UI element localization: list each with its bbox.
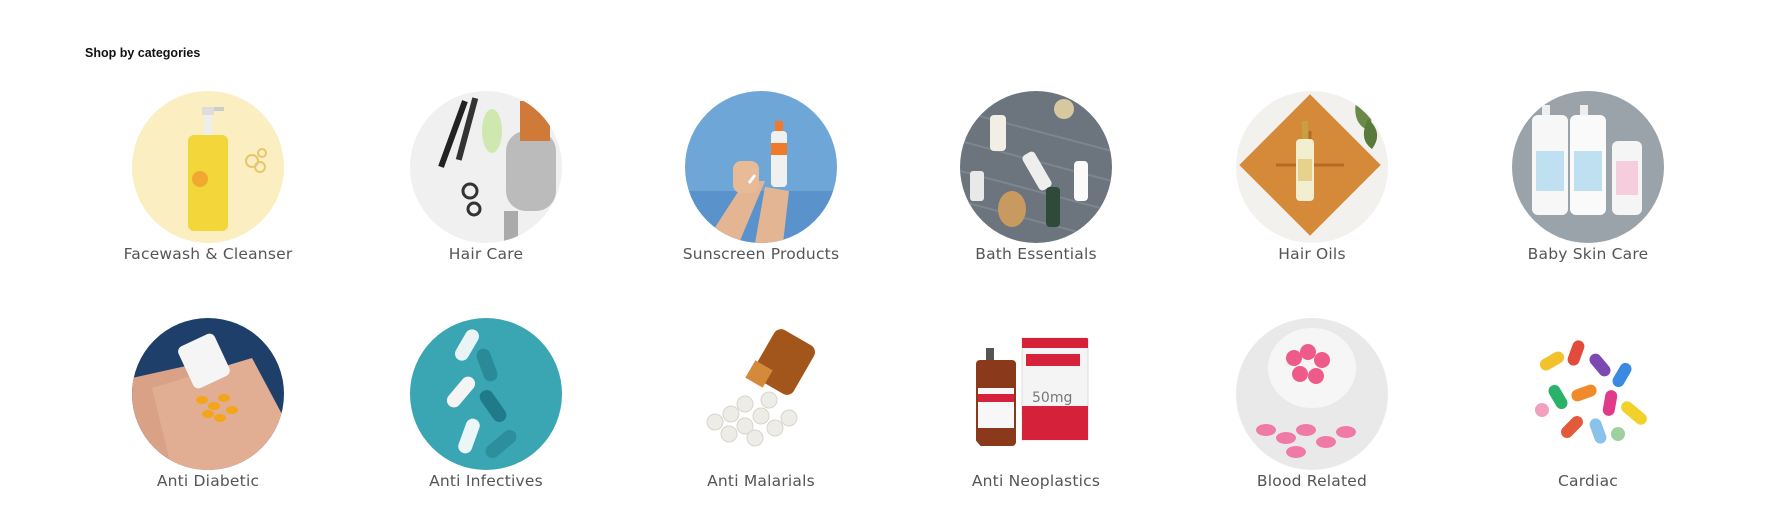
category-label: Bath Essentials	[975, 245, 1097, 263]
category-blood-related[interactable]: Blood Related	[1192, 318, 1432, 490]
hair-oil-bottle-image	[1236, 91, 1388, 243]
hair-tools-image	[410, 91, 562, 243]
category-grid: Facewash & Cleanser Hair Care Sunscreen …	[0, 0, 1765, 532]
medicine-box-vial-image: 50mg	[960, 318, 1112, 470]
colorful-pills-image	[1512, 318, 1664, 470]
category-label: Anti Infectives	[429, 472, 543, 490]
category-sunscreen-products[interactable]: Sunscreen Products	[641, 91, 881, 263]
category-label: Sunscreen Products	[682, 245, 840, 263]
spilled-tablets-image	[685, 318, 837, 470]
category-label: Hair Care	[448, 245, 524, 263]
category-label: Cardiac	[1558, 472, 1618, 490]
category-anti-neoplastics[interactable]: 50mg Anti Neoplastics	[916, 318, 1156, 490]
svg-text:50mg: 50mg	[1032, 390, 1072, 406]
category-label: Facewash & Cleanser	[123, 245, 293, 263]
category-label: Anti Diabetic	[156, 472, 260, 490]
pills-in-hand-image	[132, 318, 284, 470]
pink-tablets-image	[1236, 318, 1388, 470]
sunscreen-hand-image	[685, 91, 837, 243]
bath-products-image	[960, 91, 1112, 243]
category-facewash-cleanser[interactable]: Facewash & Cleanser	[88, 91, 328, 263]
category-hair-oils[interactable]: Hair Oils	[1192, 91, 1432, 263]
category-anti-malarials[interactable]: Anti Malarials	[641, 318, 881, 490]
category-hair-care[interactable]: Hair Care	[366, 91, 606, 263]
category-label: Anti Malarials	[707, 472, 815, 490]
category-bath-essentials[interactable]: Bath Essentials	[916, 91, 1156, 263]
category-label: Anti Neoplastics	[971, 472, 1101, 490]
category-label: Blood Related	[1256, 472, 1368, 490]
category-anti-infectives[interactable]: Anti Infectives	[366, 318, 606, 490]
category-label: Baby Skin Care	[1527, 245, 1649, 263]
category-label: Hair Oils	[1278, 245, 1346, 263]
category-cardiac[interactable]: Cardiac	[1468, 318, 1708, 490]
category-baby-skin-care[interactable]: Baby Skin Care	[1468, 91, 1708, 263]
facewash-bottle-image	[132, 91, 284, 243]
baby-lotion-image	[1512, 91, 1664, 243]
category-anti-diabetic[interactable]: Anti Diabetic	[88, 318, 328, 490]
capsules-image	[410, 318, 562, 470]
